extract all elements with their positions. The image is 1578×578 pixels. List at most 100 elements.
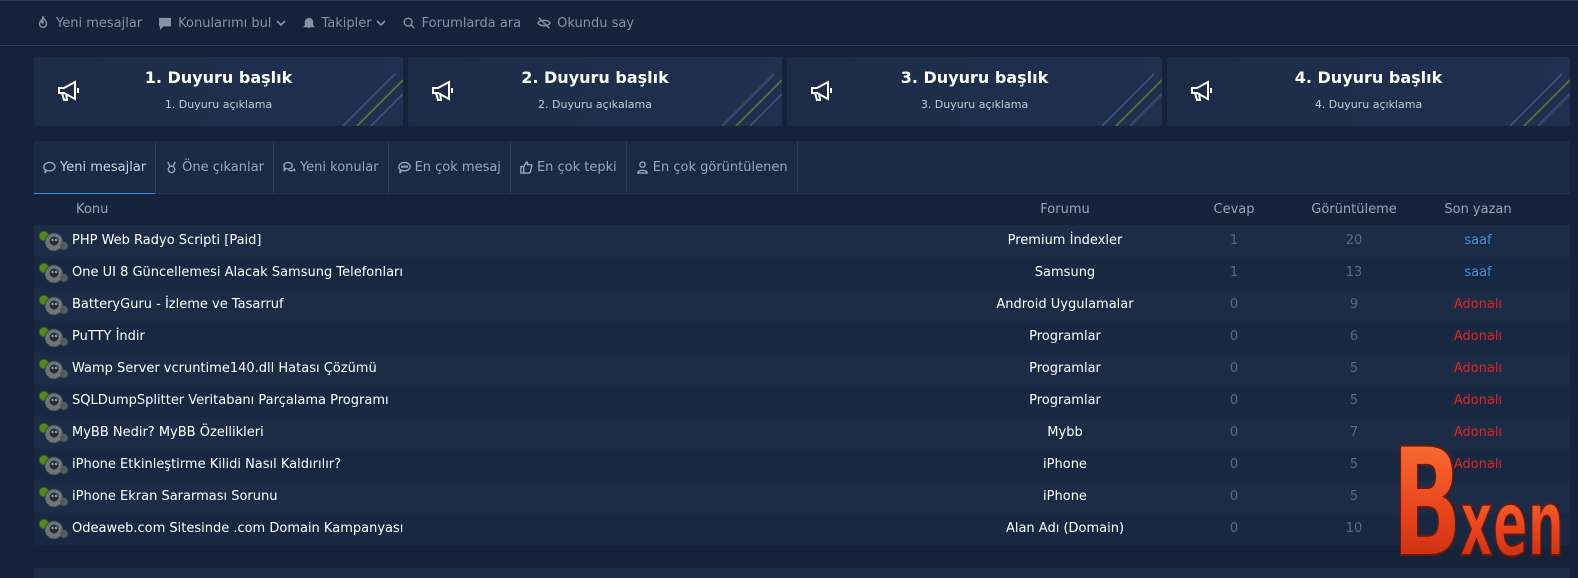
view-count: 20 [1345, 233, 1363, 248]
tab-label: En çok tepki [536, 160, 617, 175]
last-poster-link[interactable]: Adonalı [1428, 361, 1528, 376]
thread-title-link[interactable]: One UI 8 Güncellemesi Alacak Samsung Tel… [72, 265, 403, 280]
avatar-icon[interactable] [37, 325, 69, 349]
flame-icon [38, 16, 48, 29]
svg-text:B: B [1392, 417, 1462, 570]
table-row[interactable]: iPhone Ekran Sararması Sorunu iPhone 0 5 [34, 481, 1570, 513]
view-count: 9 [1349, 297, 1359, 312]
nav-label: Yeni mesajlar [56, 15, 143, 31]
tab-new-posts[interactable]: Yeni mesajlar [34, 141, 157, 195]
table-row[interactable]: One UI 8 Güncellemesi Alacak Samsung Tel… [34, 257, 1570, 289]
nav-watched[interactable]: Takipler [302, 16, 386, 31]
nav-find-threads[interactable]: Konularımı bul [158, 15, 286, 31]
reply-count: 1 [1229, 233, 1239, 248]
avatar-icon[interactable] [37, 261, 69, 285]
nav-label: Konularımı bul [178, 15, 272, 31]
forum-link[interactable]: Premium İndexler [965, 233, 1165, 248]
medal-icon [167, 161, 176, 174]
reply-count: 0 [1229, 521, 1239, 536]
table-row[interactable]: BatteryGuru - İzleme ve Tasarruf Android … [34, 289, 1570, 321]
comments-icon [283, 161, 296, 173]
chevron-down-icon [376, 20, 386, 27]
avatar-icon[interactable] [37, 293, 69, 317]
forum-link[interactable]: Android Uygulamalar [965, 297, 1165, 312]
avatar-icon[interactable] [37, 229, 69, 253]
last-poster-link[interactable]: saaf [1428, 233, 1528, 248]
thread-title-link[interactable]: iPhone Etkinleştirme Kilidi Nasıl Kaldır… [72, 457, 341, 472]
decorative-stripes [721, 73, 782, 126]
tab-label: En çok mesaj [414, 160, 501, 175]
announcement-card[interactable]: 2. Duyuru başlık 2. Duyuru açıkalama [408, 57, 782, 126]
bxen-logo-watermark: B xen [1391, 416, 1565, 570]
forum-link[interactable]: iPhone [965, 457, 1165, 472]
forum-link[interactable]: Mybb [965, 425, 1165, 440]
forum-link[interactable]: Alan Adı (Domain) [965, 521, 1165, 536]
table-row[interactable]: Odeaweb.com Sitesinde .com Domain Kampan… [34, 513, 1570, 545]
decorative-stripes [1101, 73, 1162, 126]
last-poster-link[interactable]: saaf [1428, 265, 1528, 280]
nav-label: Takipler [321, 15, 372, 31]
chevron-down-icon [275, 20, 286, 27]
table-header: Konu Forumu Cevap Görüntüleme Son yazan [34, 194, 1570, 225]
reply-count: 0 [1229, 457, 1239, 472]
table-row[interactable]: iPhone Etkinleştirme Kilidi Nasıl Kaldır… [34, 449, 1570, 481]
forum-link[interactable]: Programlar [965, 393, 1165, 408]
column-header-views: Görüntüleme [1311, 202, 1397, 217]
avatar-icon[interactable] [37, 421, 69, 445]
svg-text:xen: xen [1460, 470, 1564, 570]
thread-title-link[interactable]: PHP Web Radyo Scripti [Paid] [72, 233, 261, 248]
thread-title-link[interactable]: MyBB Nedir? MyBB Özellikleri [72, 425, 264, 440]
reply-count: 0 [1229, 489, 1239, 504]
tab-most-viewed[interactable]: En çok görüntülenen [627, 141, 798, 194]
table-row[interactable]: PuTTY İndir Programlar 0 6 Adonalı [34, 321, 1570, 353]
thread-title-link[interactable]: Odeaweb.com Sitesinde .com Domain Kampan… [72, 521, 403, 536]
reply-count: 0 [1229, 329, 1239, 344]
nav-search-forums[interactable]: Forumlarda ara [402, 16, 521, 31]
table-row[interactable]: Wamp Server vcruntime140.dll Hatası Çözü… [34, 353, 1570, 385]
avatar-icon[interactable] [37, 517, 69, 541]
eye-off-icon [537, 17, 552, 29]
forum-link[interactable]: Programlar [965, 329, 1165, 344]
thread-title-link[interactable]: iPhone Ekran Sararması Sorunu [72, 489, 278, 504]
tab-label: Öne çıkanlar [182, 160, 264, 175]
reply-count: 0 [1229, 297, 1239, 312]
user-icon [636, 161, 648, 174]
tab-most-reactions[interactable]: En çok tepki [511, 141, 627, 194]
decorative-stripes [1509, 73, 1570, 126]
avatar-icon[interactable] [37, 357, 69, 381]
last-poster-link[interactable]: Adonalı [1428, 329, 1528, 344]
search-icon [403, 17, 415, 29]
table-row[interactable]: MyBB Nedir? MyBB Özellikleri Mybb 0 7 Adonal… [34, 417, 1570, 449]
column-header-last-poster: Son yazan [1444, 202, 1512, 217]
panel-footer [34, 568, 1570, 578]
avatar-icon[interactable] [37, 485, 69, 509]
bell-icon [302, 17, 315, 29]
thread-title-link[interactable]: BatteryGuru - İzleme ve Tasarruf [72, 297, 284, 312]
reply-count: 0 [1229, 361, 1239, 376]
thread-title-link[interactable]: PuTTY İndir [72, 329, 145, 344]
tab-new-threads[interactable]: Yeni konular [274, 141, 389, 194]
comment-dots-icon [397, 161, 411, 174]
tab-most-replies[interactable]: En çok mesaj [389, 141, 511, 194]
thread-list: PHP Web Radyo Scripti [Paid] Premium İnde… [34, 225, 1570, 545]
nav-new-posts[interactable]: Yeni mesajlar [36, 16, 142, 31]
avatar-icon[interactable] [37, 453, 69, 477]
column-header-forum: Forumu [1040, 202, 1090, 217]
forum-link[interactable]: Programlar [965, 361, 1165, 376]
chat-bubble-icon [159, 17, 172, 30]
thread-title-link[interactable]: SQLDumpSplitter Veritabanı Parçalama Pro… [72, 393, 389, 408]
table-row[interactable]: SQLDumpSplitter Veritabanı Parçalama Pro… [34, 385, 1570, 417]
forum-link[interactable]: iPhone [965, 489, 1165, 504]
announcement-card[interactable]: 3. Duyuru başlık 3. Duyuru açıklama [787, 57, 1162, 126]
thread-title-link[interactable]: Wamp Server vcruntime140.dll Hatası Çözü… [72, 361, 377, 376]
nav-mark-read[interactable]: Okundu say [537, 16, 634, 31]
announcement-cards: 1. Duyuru başlık 1. Duyuru açıklama 2. D… [34, 57, 1570, 126]
avatar-icon[interactable] [37, 389, 69, 413]
announcement-card[interactable]: 4. Duyuru başlık 4. Duyuru açıklama [1167, 57, 1570, 126]
tab-label: En çok görüntülenen [652, 160, 788, 175]
forum-link[interactable]: Samsung [965, 265, 1165, 280]
last-poster-link[interactable]: Adonalı [1428, 297, 1528, 312]
announcement-card[interactable]: 1. Duyuru başlık 1. Duyuru açıklama [34, 57, 403, 126]
table-row[interactable]: PHP Web Radyo Scripti [Paid] Premium İnde… [34, 225, 1570, 257]
tab-featured[interactable]: Öne çıkanlar [156, 141, 274, 194]
